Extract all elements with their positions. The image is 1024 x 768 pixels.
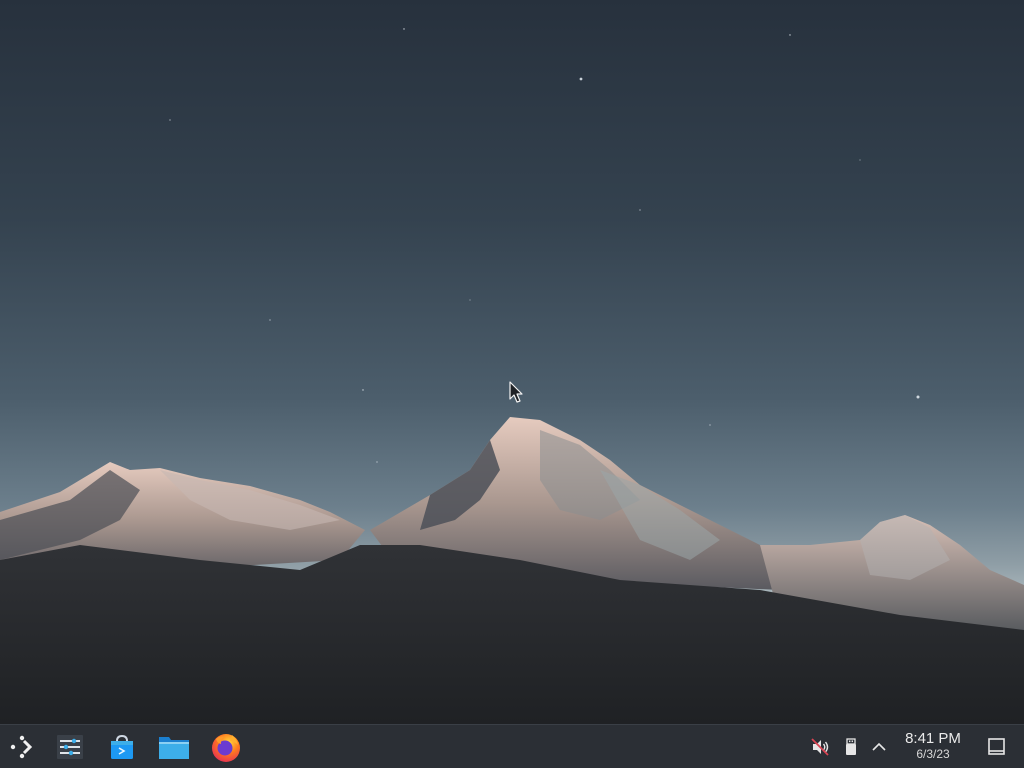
usb-drive-icon[interactable] [841, 737, 861, 757]
mouse-pointer [509, 381, 523, 403]
virtual-desktop-pager-icon [57, 734, 83, 759]
desktop[interactable] [0, 0, 1024, 724]
pager-button[interactable] [50, 725, 90, 768]
volume-muted-icon[interactable] [810, 737, 830, 757]
folder-icon [159, 736, 189, 759]
software-store-icon [111, 734, 133, 759]
firefox-icon [212, 733, 240, 762]
clock-time: 8:41 PM [905, 730, 961, 747]
app-launcher-icon [10, 735, 33, 758]
mountain-wallpaper [0, 28, 1024, 724]
stars [169, 28, 920, 463]
digital-clock[interactable]: 8:41 PM 6/3/23 [898, 730, 968, 764]
taskbar: 8:41 PM 6/3/23 [0, 724, 1024, 768]
app-launcher-button[interactable] [4, 725, 40, 768]
firefox-button[interactable] [206, 725, 246, 768]
show-desktop-icon[interactable] [984, 735, 1010, 759]
discover-store-button[interactable] [102, 725, 142, 768]
file-manager-button[interactable] [154, 725, 194, 768]
chevron-up-icon[interactable] [869, 737, 889, 757]
clock-date: 6/3/23 [916, 747, 950, 761]
